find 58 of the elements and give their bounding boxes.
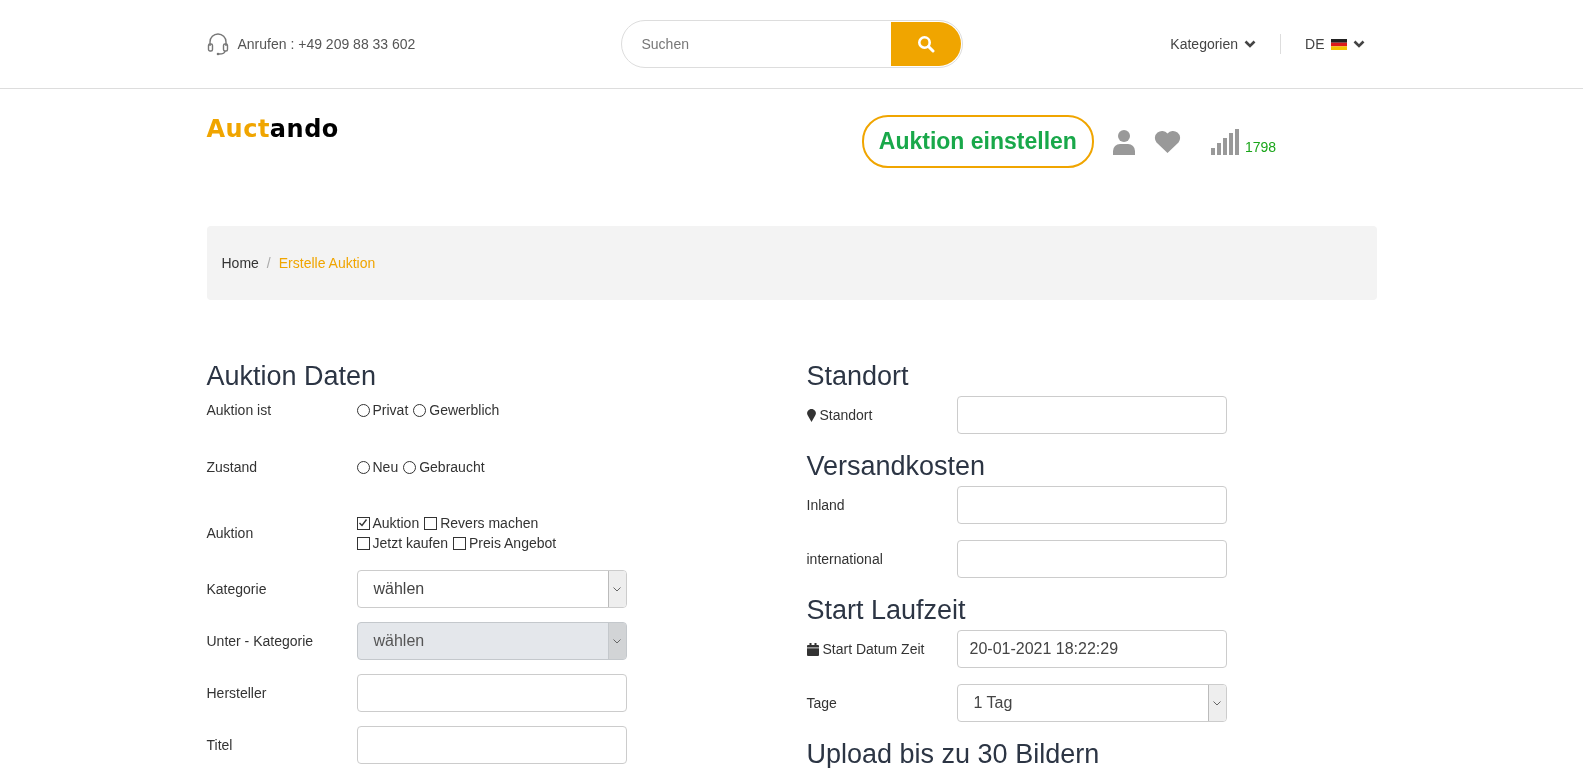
input-field[interactable]: 20-01-2021 18:22:29: [956, 630, 1227, 668]
checkbox[interactable]: [424, 516, 438, 530]
input-field[interactable]: [956, 486, 1227, 524]
field-label: Start Datum Zeit: [822, 641, 925, 657]
language-menu[interactable]: DE: [1305, 36, 1365, 52]
breadcrumb-link[interactable]: Home: [221, 255, 259, 271]
input-field[interactable]: [356, 726, 627, 764]
caret-icon: [613, 586, 621, 592]
option-label: Jetzt kaufen: [372, 535, 448, 551]
logo[interactable]: Auctando: [206, 115, 339, 143]
field-label: Titel: [206, 737, 234, 753]
field-label: Unter - Kategorie: [206, 633, 315, 649]
flag-icon: [1330, 38, 1347, 50]
breadcrumb-separator: /: [266, 255, 271, 271]
input-field[interactable]: [356, 674, 627, 712]
map-pin-icon: [806, 408, 816, 422]
chevron-down-icon: [1244, 40, 1257, 48]
search-input[interactable]: Suchen: [621, 21, 890, 67]
select-field[interactable]: 1 Tag: [956, 684, 1227, 722]
categories-menu[interactable]: Kategorien: [1170, 36, 1257, 52]
option-label: Auktion: [372, 515, 420, 531]
section-heading: Standort: [806, 360, 910, 392]
select-field[interactable]: wählen: [356, 570, 627, 608]
field-label: Hersteller: [206, 685, 268, 701]
phone-number: Anrufen : +49 209 88 33 602: [237, 36, 416, 52]
calendar-icon: [806, 642, 819, 656]
field-label: Auktion ist: [206, 402, 273, 418]
user-icon[interactable]: [1111, 128, 1136, 155]
section-heading: Versandkosten: [806, 450, 987, 482]
caret-icon: [613, 638, 621, 644]
heart-icon[interactable]: [1153, 129, 1181, 154]
checkbox[interactable]: [453, 536, 466, 550]
signal-bars-icon: [1210, 128, 1241, 155]
option-label: Preis Angebot: [469, 535, 557, 551]
section-heading: Upload bis zu 30 Bildern: [806, 738, 1101, 768]
field-label: Zustand: [206, 459, 259, 475]
field-label: Kategorie: [206, 581, 268, 597]
input-field[interactable]: [956, 396, 1227, 434]
field-label: Auktion: [206, 525, 255, 541]
field-label: Inland: [806, 497, 845, 513]
search-icon: [916, 35, 935, 53]
field-label: Tage: [806, 695, 837, 711]
option-label: Neu: [372, 459, 399, 475]
option-label: Privat: [372, 402, 409, 418]
checkbox[interactable]: [356, 516, 370, 530]
count-number: 1798: [1244, 138, 1277, 155]
field-label: Standort: [819, 407, 873, 423]
option-label: Revers machen: [440, 515, 539, 531]
headset-icon: [206, 32, 229, 56]
input-field[interactable]: [956, 540, 1227, 578]
option-label: Gewerblich: [429, 402, 500, 418]
field-label: international: [806, 551, 883, 567]
option-label: Gebraucht: [419, 459, 485, 475]
section-heading: Start Laufzeit: [806, 594, 967, 626]
section-heading: Auktion Daten: [206, 360, 378, 392]
checkbox[interactable]: [356, 536, 370, 550]
chevron-down-icon: [1352, 40, 1365, 48]
caret-icon: [1213, 700, 1221, 706]
